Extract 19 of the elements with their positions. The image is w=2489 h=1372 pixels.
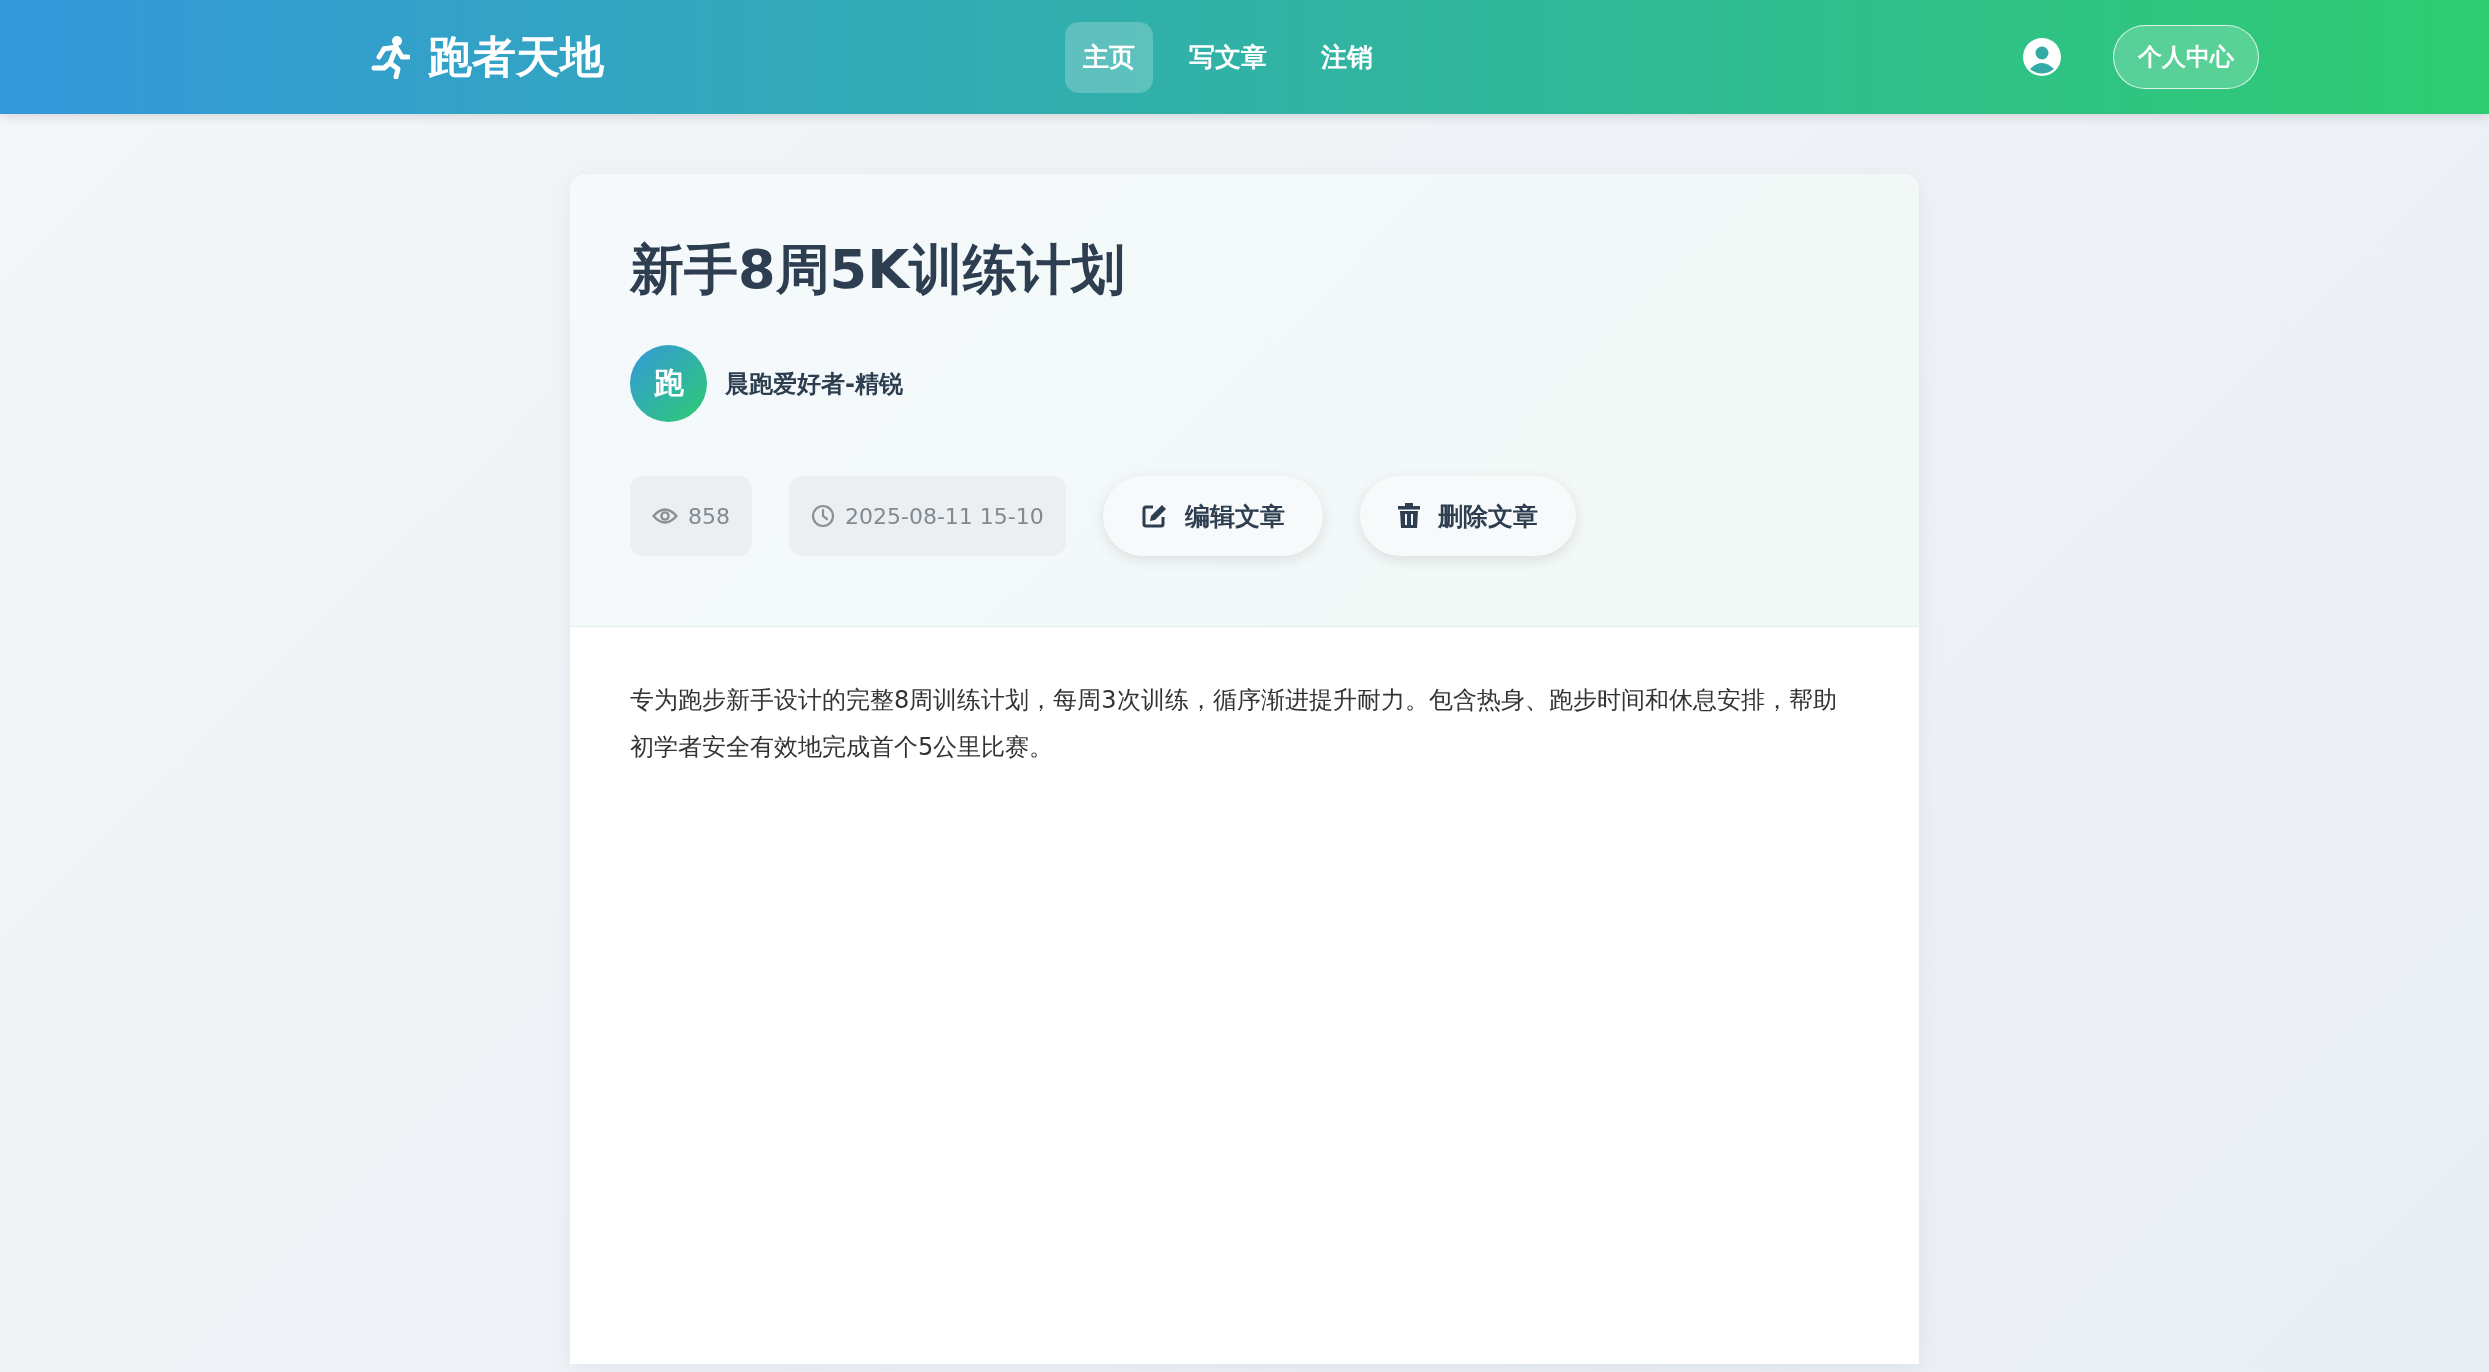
user-avatar-icon[interactable] <box>2023 38 2061 76</box>
nav-link[interactable]: 写文章 <box>1171 21 1285 93</box>
date-chip: 2025-08-11 15-10 <box>789 476 1066 556</box>
nav-link[interactable]: 主页 <box>1065 21 1153 93</box>
trash-icon <box>1397 503 1420 529</box>
delete-article-button[interactable]: 删除文章 <box>1359 476 1576 556</box>
author-name: 晨跑爱好者-精锐 <box>725 368 903 400</box>
site-logo-text[interactable]: 跑者天地 <box>428 27 604 87</box>
pencil-square-icon <box>1140 503 1167 529</box>
clock-icon <box>811 504 835 528</box>
article-body: 专为跑步新手设计的完整8周训练计划，每周3次训练，循序渐进提升耐力。包含热身、跑步时间和休息安排，帮助初学者安全有效地完成首个5公里比赛。 <box>629 685 1838 763</box>
article-title: 新手8周5K训练计划 <box>630 237 1126 303</box>
profile-button[interactable]: 个人中心 <box>2113 25 2259 89</box>
eye-icon <box>652 507 678 525</box>
view-count-chip: 858 <box>630 476 752 556</box>
nav-link[interactable]: 注销 <box>1303 21 1391 93</box>
edit-article-button[interactable]: 编辑文章 <box>1102 476 1323 556</box>
runner-icon <box>370 35 410 79</box>
author-avatar: 跑 <box>630 345 707 422</box>
